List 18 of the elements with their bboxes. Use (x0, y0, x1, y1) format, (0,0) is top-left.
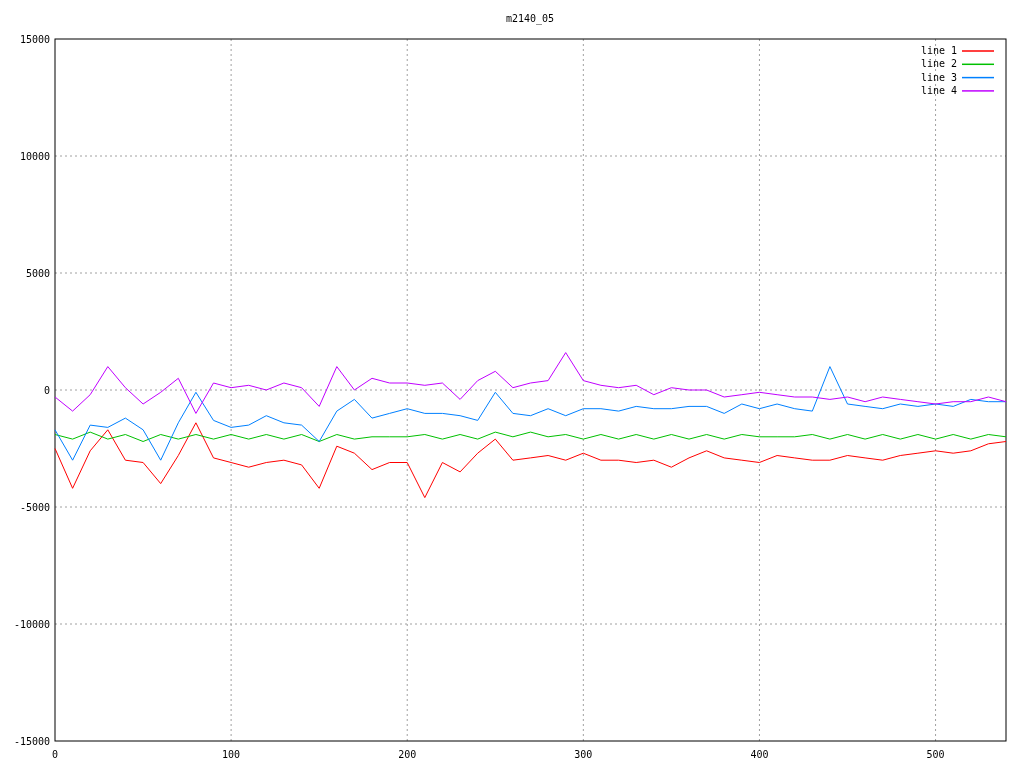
x-tick-label: 300 (574, 749, 593, 760)
x-tick-label: 100 (222, 749, 241, 760)
y-tick-label: -5000 (19, 502, 50, 513)
legend-label: line 3 (920, 71, 957, 83)
legend-label: line 1 (920, 45, 957, 56)
y-tick-label: 0 (43, 385, 50, 396)
y-tick-label: 10000 (19, 151, 50, 162)
x-tick-label: 200 (398, 749, 417, 760)
y-tick-label: -15000 (13, 736, 50, 747)
x-tick-label: 400 (750, 749, 769, 760)
y-tick-label: 5000 (25, 268, 50, 279)
chart-title: m2140_05 (505, 13, 555, 24)
y-tick-label: 15000 (19, 34, 50, 45)
legend-label: line 2 (920, 58, 957, 70)
x-tick-label: 500 (926, 749, 945, 760)
legend-label: line 4 (920, 84, 957, 96)
x-tick-label: 0 (52, 749, 58, 760)
y-tick-label: -10000 (13, 619, 50, 630)
